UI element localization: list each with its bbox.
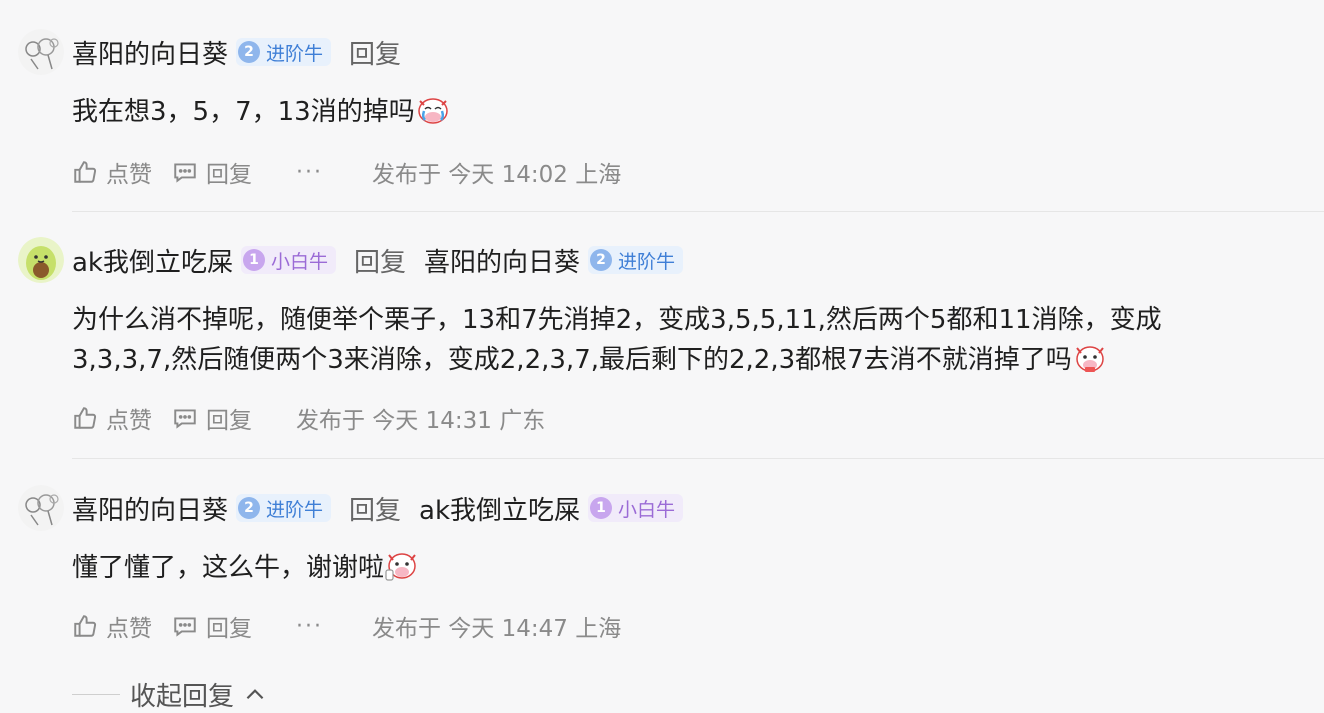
reply-target-badge: 2 进阶牛 — [588, 246, 684, 274]
reply-button[interactable]: 回复 — [172, 155, 296, 189]
comment-text-line: 3,3,3,7,然后随便两个3来消除，变成2,2,3,7,最后剩下的2,2,3都… — [72, 345, 1072, 375]
thumbs-up-icon — [74, 615, 97, 637]
comment-icon — [174, 163, 196, 183]
comment-header: 喜阳的向日葵 2 进阶牛 回复 ak我倒立吃屎 1 小白牛 — [18, 484, 684, 532]
level-badge: 2 进阶牛 — [236, 38, 332, 66]
thumbs-up-cow-emoji — [384, 548, 420, 582]
comment-text-line: 为什么消不掉呢，随便举个栗子，13和7先消掉2，变成3,5,5,11,然后两个5… — [72, 305, 1162, 335]
level-label: 进阶牛 — [618, 250, 676, 273]
comment-actions: 点赞 回复 ··· 发布于 今天 14:47 上海 — [72, 610, 621, 642]
thumbs-up-icon — [74, 161, 97, 183]
level-number: 2 — [238, 41, 261, 63]
comment-text: 我在想3，5，7，13消的掉吗 — [72, 92, 1212, 132]
comment-text-line-wrap: 3,3,3,7,然后随便两个3来消除，变成2,2,3,7,最后剩下的2,2,3都… — [72, 340, 1212, 380]
divider — [72, 458, 1324, 459]
comment-icon — [174, 409, 196, 429]
level-badge: 2 进阶牛 — [236, 494, 332, 522]
comment-text-content: 我在想3，5，7，13消的掉吗 — [72, 97, 415, 127]
comment-header: ak我倒立吃屎 1 小白牛 回复 喜阳的向日葵 2 进阶牛 — [18, 236, 684, 284]
divider — [72, 211, 1324, 212]
comment-actions: 点赞 回复 发布于 今天 14:31 广东 — [72, 402, 545, 434]
like-label: 点赞 — [106, 162, 152, 188]
reply-link[interactable]: 回复 — [349, 490, 401, 527]
reply-target-user[interactable]: ak我倒立吃屎 — [419, 490, 580, 527]
level-number: 2 — [590, 249, 613, 271]
level-label: 小白牛 — [618, 498, 676, 521]
level-badge: 1 小白牛 — [241, 246, 337, 274]
more-options-button[interactable]: ··· — [296, 160, 372, 185]
reply-link[interactable]: 回复 — [349, 34, 401, 71]
comment-text: 为什么消不掉呢，随便举个栗子，13和7先消掉2，变成3,5,5,11,然后两个5… — [72, 300, 1212, 380]
comment-header: 喜阳的向日葵 2 进阶牛 回复 — [18, 28, 401, 76]
publish-info: 发布于 今天 14:31 广东 — [296, 408, 546, 434]
thumbs-up-icon — [74, 407, 97, 429]
collapse-divider-line — [72, 694, 120, 695]
like-button[interactable]: 点赞 — [72, 155, 172, 189]
like-button[interactable]: 点赞 — [72, 609, 172, 643]
avatar[interactable] — [18, 485, 64, 531]
collapse-replies-button[interactable]: 收起回复 — [72, 676, 268, 713]
comment-icon — [174, 617, 196, 637]
avatar[interactable] — [18, 29, 64, 75]
like-label: 点赞 — [106, 616, 152, 642]
level-number: 1 — [590, 497, 613, 519]
more-options-button[interactable]: ··· — [296, 614, 372, 639]
level-label: 进阶牛 — [266, 42, 324, 65]
comment-text: 懂了懂了，这么牛，谢谢啦 — [72, 548, 1212, 588]
reply-button[interactable]: 回复 — [172, 609, 296, 643]
reply-link[interactable]: 回复 — [354, 242, 406, 279]
comment-actions: 点赞 回复 ··· 发布于 今天 14:02 上海 — [72, 156, 621, 188]
reply-target-badge: 1 小白牛 — [588, 494, 684, 522]
reply-label: 回复 — [206, 162, 252, 188]
chevron-up-icon — [246, 688, 264, 699]
reply-label: 回复 — [206, 408, 252, 434]
reply-target-user[interactable]: 喜阳的向日葵 — [424, 242, 580, 279]
level-label: 小白牛 — [271, 250, 329, 273]
cow-emoji — [1072, 340, 1108, 374]
level-label: 进阶牛 — [266, 498, 324, 521]
username[interactable]: 喜阳的向日葵 — [72, 34, 228, 71]
level-number: 1 — [243, 249, 265, 271]
username[interactable]: ak我倒立吃屎 — [72, 242, 233, 279]
like-button[interactable]: 点赞 — [72, 401, 172, 435]
comment-text-content: 懂了懂了，这么牛，谢谢啦 — [72, 553, 385, 583]
crying-cow-emoji — [415, 92, 451, 126]
like-label: 点赞 — [106, 408, 152, 434]
publish-info: 发布于 今天 14:47 上海 — [372, 616, 622, 642]
collapse-label: 收起回复 — [130, 682, 235, 712]
avatar[interactable] — [18, 237, 64, 283]
level-number: 2 — [238, 497, 261, 519]
reply-button[interactable]: 回复 — [172, 401, 296, 435]
reply-label: 回复 — [206, 616, 252, 642]
publish-info: 发布于 今天 14:02 上海 — [372, 162, 622, 188]
username[interactable]: 喜阳的向日葵 — [72, 490, 228, 527]
